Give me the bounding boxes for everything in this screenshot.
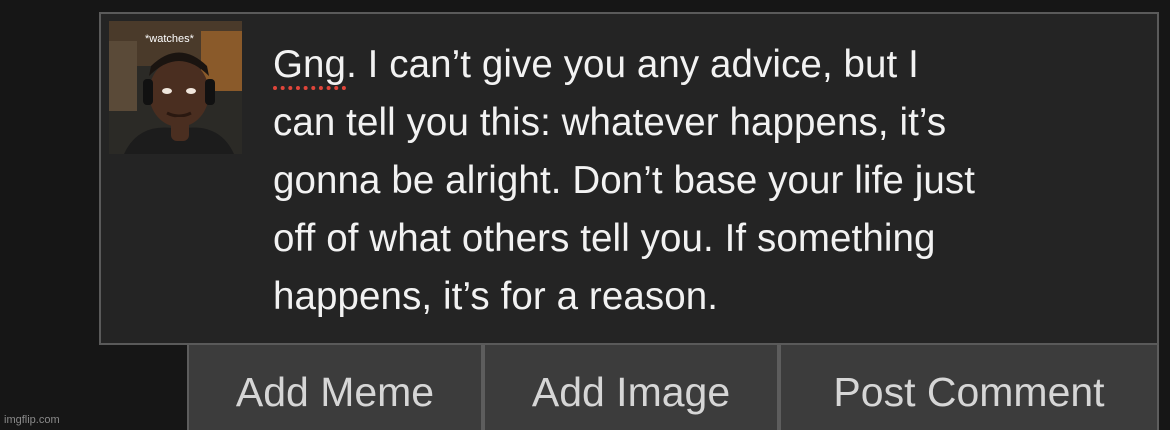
avatar-image: *watches* (109, 21, 242, 154)
comment-box[interactable]: *watches* Gng. I can’t give you any advi… (99, 12, 1159, 345)
comment-action-bar: Add Meme Add Image Post Comment (187, 345, 1159, 430)
page: *watches* Gng. I can’t give you any advi… (0, 0, 1170, 430)
misspelled-word: Gng (273, 43, 347, 86)
comment-body: . I can’t give you any advice, but I can… (273, 43, 975, 318)
post-comment-button[interactable]: Post Comment (779, 345, 1159, 430)
comment-text: Gng. I can’t give you any advice, but I … (273, 36, 1153, 326)
watermark: imgflip.com (4, 414, 60, 426)
add-image-button[interactable]: Add Image (483, 345, 779, 430)
add-meme-button[interactable]: Add Meme (187, 345, 483, 430)
avatar: *watches* (109, 21, 242, 154)
avatar-caption: *watches* (145, 33, 195, 45)
